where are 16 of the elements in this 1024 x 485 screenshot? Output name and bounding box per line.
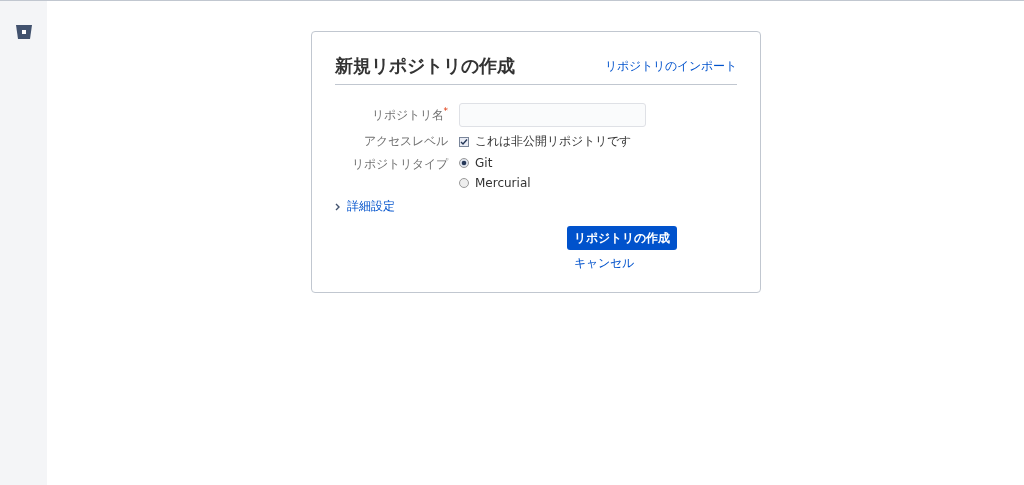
checkbox-label: これは非公開リポジトリです	[475, 133, 631, 150]
field-label: リポジトリタイプ	[351, 156, 448, 173]
cancel-link[interactable]: キャンセル	[574, 255, 634, 272]
radio-button[interactable]	[459, 178, 469, 188]
bucket-logo-icon[interactable]	[15, 25, 32, 39]
radio-button[interactable]	[459, 158, 469, 168]
checkbox[interactable]	[459, 136, 469, 147]
form-title: 新規リポジトリの作成	[335, 54, 515, 78]
advanced-settings-link[interactable]: 詳細設定	[347, 198, 395, 215]
input-field[interactable]	[459, 103, 646, 127]
field-label: アクセスレベル	[363, 133, 448, 150]
field-label: リポジトリ名$^{*}$	[370, 106, 448, 124]
import-link[interactable]: リポジトリのインポート	[605, 57, 737, 75]
radio-label: Git	[475, 156, 493, 170]
create-button[interactable]: リポジトリの作成	[567, 226, 677, 250]
radio-label: Mercurial	[475, 176, 531, 190]
